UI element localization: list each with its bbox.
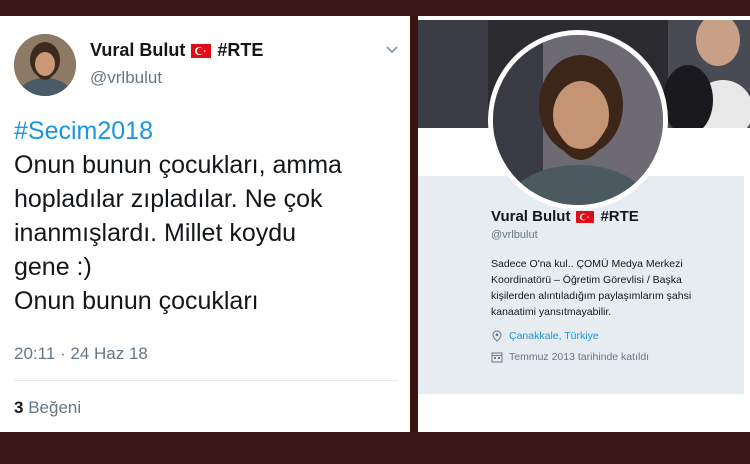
bottom-frame-band [0,432,750,464]
bio-line: kişilerden alıntıladığım paylaşımlarım ş… [491,290,692,302]
hashtag-link[interactable]: #Secim2018 [14,114,404,148]
chevron-down-icon[interactable] [384,42,400,58]
profile-handle[interactable]: @vrlbulut [491,229,538,241]
profile-join-date: Temmuz 2013 tarihinde katıldı [491,351,649,363]
tweet-line: gene :) [14,253,92,281]
tweet-text: #Secim2018 Onun bunun çocukları, amma ho… [14,114,404,318]
location-pin-icon [492,330,502,342]
likes-count[interactable]: 3 Beğeni [14,398,81,418]
tweet-name-row: Vural Bulut #RTE [90,40,263,61]
calendar-icon [491,352,503,363]
display-name[interactable]: Vural Bulut [90,40,185,61]
bio-line: Sadece O'na kul.. ÇOMÜ Medya Merkezi [491,258,683,270]
profile-display-name[interactable]: Vural Bulut [491,208,570,225]
profile-name-hashtag: #RTE [600,208,639,225]
bio-line: Koordinatörü – Öğretim Görevlisi / Başka [491,274,682,286]
join-date-text: Temmuz 2013 tarihinde katıldı [509,351,650,363]
top-frame-band [0,0,750,16]
tweet-line: hopladılar zıpladılar. Ne çok [14,185,323,213]
name-hashtag: #RTE [217,40,264,60]
tweet-line: inanmışlardı. Millet koydu [14,219,297,247]
tweet-timestamp[interactable]: 20:11 · 24 Haz 18 [14,344,148,364]
bio-line: kanaatimi yansıtmayabilir. [491,306,612,318]
profile-name-row: Vural Bulut #RTE [491,208,639,225]
profile-bio: Sadece O'na kul.. ÇOMÜ Medya Merkezi Koo… [491,256,741,320]
tweet-line: Onun bunun çocukları [14,287,259,315]
turkey-flag-icon [191,43,212,58]
profile-location: Çanakkale, Türkiye [491,330,599,342]
tweet-line: Onun bunun çocukları, amma [14,151,342,179]
profile-avatar[interactable] [488,30,668,210]
turkey-flag-icon [576,210,595,223]
divider [14,380,398,381]
likes-number: 3 [14,398,24,417]
likes-label: Beğeni [28,398,82,417]
profile-card: Vural Bulut #RTE @vrlbulut Sadece O'na k… [418,16,750,432]
user-handle[interactable]: @vrlbulut [90,68,162,88]
tweet-card: Vural Bulut #RTE @vrlbulut #Secim2018 On… [0,16,410,432]
location-link[interactable]: Çanakkale, Türkiye [509,330,599,342]
avatar[interactable] [14,34,76,96]
